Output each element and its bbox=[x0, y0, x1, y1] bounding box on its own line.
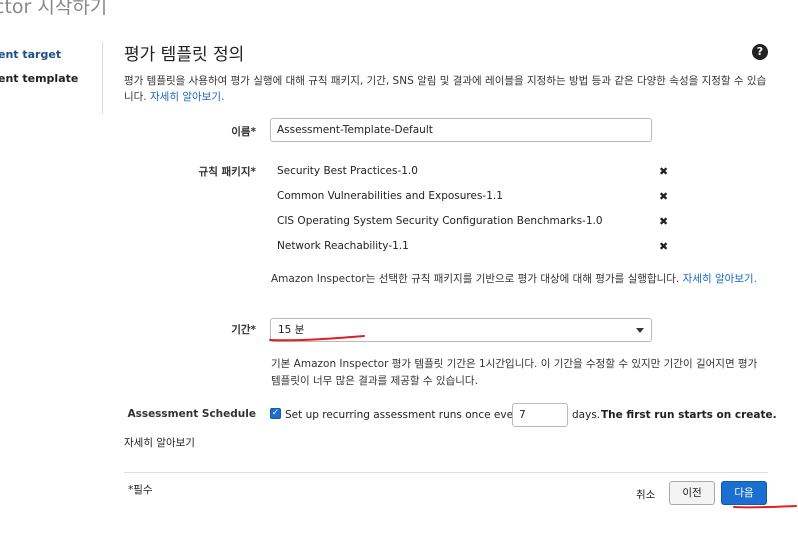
red-annotation-underline bbox=[269, 335, 365, 342]
page-title: ctor 시작하기 bbox=[0, 0, 108, 18]
rule-package-item: Security Best Practices-1.0 bbox=[277, 165, 418, 177]
schedule-label: Assessment Schedule bbox=[127, 408, 256, 420]
rules-help-text: Amazon Inspector는 선택한 규칙 패키지를 기반으로 평가 대상… bbox=[271, 273, 680, 285]
section-title: 평가 템플릿 정의 bbox=[124, 45, 245, 65]
schedule-checkbox[interactable]: ✓ bbox=[270, 408, 281, 419]
rules-learn-more-link[interactable]: 자세히 알아보기. bbox=[683, 273, 757, 285]
name-input[interactable] bbox=[270, 118, 652, 142]
learn-more-link[interactable]: 자세히 알아보기. bbox=[150, 91, 224, 103]
duration-help: 기본 Amazon Inspector 평가 템플릿 기간은 1시간입니다. 이… bbox=[271, 358, 758, 387]
schedule-days-input[interactable]: 7 bbox=[512, 403, 568, 427]
remove-icon[interactable]: ✖ bbox=[659, 240, 668, 253]
schedule-days-suffix: days. bbox=[572, 409, 601, 421]
rules-help: Amazon Inspector는 선택한 규칙 패키지를 기반으로 평가 대상… bbox=[271, 271, 761, 288]
red-annotation-underline bbox=[733, 505, 797, 509]
schedule-first-run: The first run starts on create. bbox=[601, 409, 777, 421]
rule-package-item: CIS Operating System Security Configurat… bbox=[277, 215, 603, 227]
duration-label: 기간* bbox=[231, 324, 256, 336]
rules-label: 규칙 패키지* bbox=[198, 166, 256, 178]
question-circle-icon[interactable]: ? bbox=[752, 44, 768, 60]
remove-icon[interactable]: ✖ bbox=[659, 165, 668, 178]
steps-divider bbox=[102, 42, 103, 114]
step-define-target[interactable]: ent target bbox=[0, 48, 61, 61]
step-define-template[interactable]: ent template bbox=[0, 72, 78, 85]
rule-package-item: Common Vulnerabilities and Exposures-1.1 bbox=[277, 190, 503, 202]
remove-icon[interactable]: ✖ bbox=[659, 215, 668, 228]
footer-divider bbox=[124, 472, 768, 473]
section-description: 평가 템플릿을 사용하여 평가 실행에 대해 규칙 패키지, 기간, SNS 알… bbox=[124, 73, 774, 105]
schedule-learn-more-link[interactable]: 자세히 알아보기 bbox=[124, 435, 195, 450]
required-note: *필수 bbox=[128, 484, 153, 496]
chevron-down-icon bbox=[636, 328, 644, 333]
schedule-text: Set up recurring assessment runs once ev… bbox=[285, 409, 524, 421]
rule-package-item: Network Reachability-1.1 bbox=[277, 240, 409, 252]
remove-icon[interactable]: ✖ bbox=[659, 190, 668, 203]
name-label: 이름* bbox=[231, 126, 256, 138]
cancel-link[interactable]: 취소 bbox=[636, 487, 655, 502]
previous-button[interactable]: 이전 bbox=[669, 481, 715, 505]
